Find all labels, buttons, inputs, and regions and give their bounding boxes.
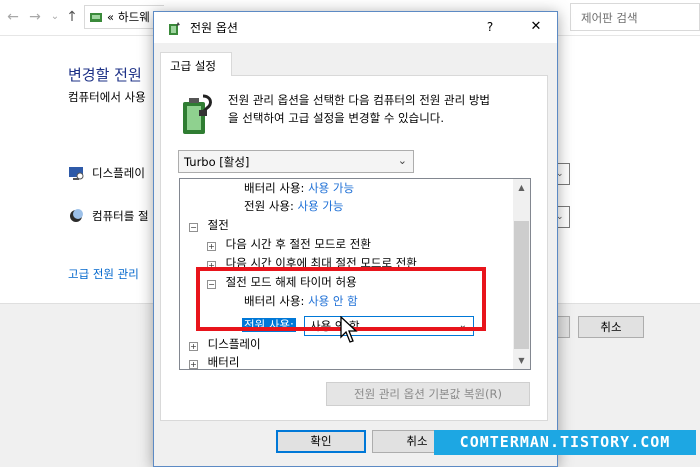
back-icon[interactable]: ← — [5, 8, 21, 26]
wake-plugged-select[interactable]: 사용 안 함 ⌄ — [304, 316, 474, 336]
battery-value[interactable]: 사용 가능 — [308, 181, 354, 195]
sleep-node-label: 절전 — [207, 218, 229, 232]
display-node-label: 디스플레이 — [207, 337, 261, 351]
screen: ← → ⌄ ↑ « 하드웨 제어판 검색 변경할 전원 컴퓨터에서 사용 디스플… — [0, 0, 700, 467]
collapse-icon[interactable]: − — [189, 223, 198, 232]
expand-icon[interactable]: + — [207, 261, 216, 270]
power-plan-icon — [169, 21, 180, 35]
battery-plug-icon — [183, 94, 212, 134]
tree-item-display[interactable]: + 디스플레이 — [189, 335, 261, 353]
battery-node-label: 배터리 — [207, 355, 240, 369]
dialog-titlebar[interactable]: 전원 옵션 ? ✕ — [154, 12, 557, 43]
tree-item-wake-timers[interactable]: − 절전 모드 해제 타이머 허용 — [207, 273, 357, 291]
control-panel-icon — [90, 13, 102, 22]
background-cancel-button[interactable]: 취소 — [578, 316, 644, 338]
collapse-icon[interactable]: − — [207, 280, 216, 289]
chevron-down-icon: ⌄ — [397, 154, 407, 167]
advanced-power-link[interactable]: 고급 전원 관리 — [68, 266, 139, 282]
dialog-title: 전원 옵션 — [190, 21, 238, 35]
tree-item-sleep-after[interactable]: + 다음 시간 후 절전 모드로 전환 — [207, 235, 371, 253]
battery-label: 배터리 사용: — [244, 181, 305, 195]
tree-scrollbar[interactable]: ▲ ▼ — [513, 179, 530, 369]
tree-item-battery-enabled[interactable]: 배터리 사용: 사용 가능 — [244, 179, 354, 197]
sleep-label: 컴퓨터를 절 — [92, 209, 149, 223]
ok-button[interactable]: 확인 — [276, 430, 366, 453]
breadcrumb[interactable]: « 하드웨 — [84, 5, 164, 29]
expand-icon[interactable]: + — [189, 360, 198, 369]
plugged-value[interactable]: 사용 가능 — [298, 199, 344, 213]
sleep-setting-row: 컴퓨터를 절 — [68, 208, 149, 224]
restore-defaults-button: 전원 관리 옵션 기본값 복원(R) — [326, 382, 530, 406]
tree-item-hibernate-after[interactable]: + 다음 시간 이후에 최대 절전 모드로 전환 — [207, 254, 417, 272]
scroll-down-icon[interactable]: ▼ — [513, 352, 530, 369]
expand-icon[interactable]: + — [207, 242, 216, 251]
power-plan-value: Turbo [활성] — [184, 155, 250, 169]
breadcrumb-separator: « — [107, 10, 115, 24]
tree-item-sleep[interactable]: − 절전 — [189, 216, 229, 234]
page-description: 컴퓨터에서 사용 — [68, 90, 146, 104]
tree-item-wake-battery[interactable]: 배터리 사용: 사용 안 함 — [244, 292, 358, 310]
up-icon[interactable]: ↑ — [64, 8, 80, 26]
chevron-down-icon: ⌄ — [458, 320, 467, 331]
tree-item-wake-plugged[interactable]: 전원 사용: — [242, 316, 296, 334]
display-setting-row: 디스플레이 — [68, 165, 145, 181]
expand-icon[interactable]: + — [189, 342, 198, 351]
intro-text: 전원 관리 옵션을 선택한 다음 컴퓨터의 전원 관리 방법 을 선택하여 고급… — [228, 93, 491, 125]
wake-battery-label: 배터리 사용: — [244, 294, 305, 308]
wake-battery-value[interactable]: 사용 안 함 — [308, 294, 358, 308]
wake-timers-label: 절전 모드 해제 타이머 허용 — [225, 275, 357, 289]
scroll-up-icon[interactable]: ▲ — [513, 179, 530, 196]
breadcrumb-item[interactable]: 하드웨 — [118, 9, 150, 25]
display-icon — [69, 167, 84, 180]
scroll-thumb[interactable] — [514, 221, 529, 349]
power-plan-select[interactable]: Turbo [활성] ⌄ — [178, 150, 414, 173]
close-button[interactable]: ✕ — [526, 17, 546, 37]
help-button[interactable]: ? — [480, 17, 500, 37]
tab-advanced-settings[interactable]: 고급 설정 — [160, 52, 232, 76]
page-title: 변경할 전원 — [68, 66, 142, 84]
search-input[interactable]: 제어판 검색 — [570, 3, 700, 31]
sleep-combo-edge[interactable]: ⌄ — [556, 206, 570, 228]
tree-item-battery[interactable]: + 배터리 — [189, 353, 240, 369]
display-label: 디스플레이 — [92, 166, 145, 180]
hibernate-after-label: 다음 시간 이후에 최대 절전 모드로 전환 — [225, 256, 417, 270]
power-options-dialog: 전원 옵션 ? ✕ 고급 설정 전원 관리 옵션을 선택한 다음 컴퓨터의 전원… — [153, 11, 558, 467]
moon-icon — [70, 209, 83, 222]
plugged-label: 전원 사용: — [244, 199, 294, 213]
recent-dropdown-icon[interactable]: ⌄ — [47, 8, 63, 26]
tree-item-plugged-enabled[interactable]: 전원 사용: 사용 가능 — [244, 197, 344, 215]
forward-icon[interactable]: → — [27, 8, 43, 26]
display-combo-edge[interactable]: ⌄ — [556, 163, 570, 185]
mouse-cursor-icon — [340, 316, 358, 343]
watermark: COMTERMAN.TISTORY.COM — [434, 430, 696, 455]
wake-plugged-label: 전원 사용: — [242, 318, 296, 332]
sleep-after-label: 다음 시간 후 절전 모드로 전환 — [225, 237, 371, 251]
